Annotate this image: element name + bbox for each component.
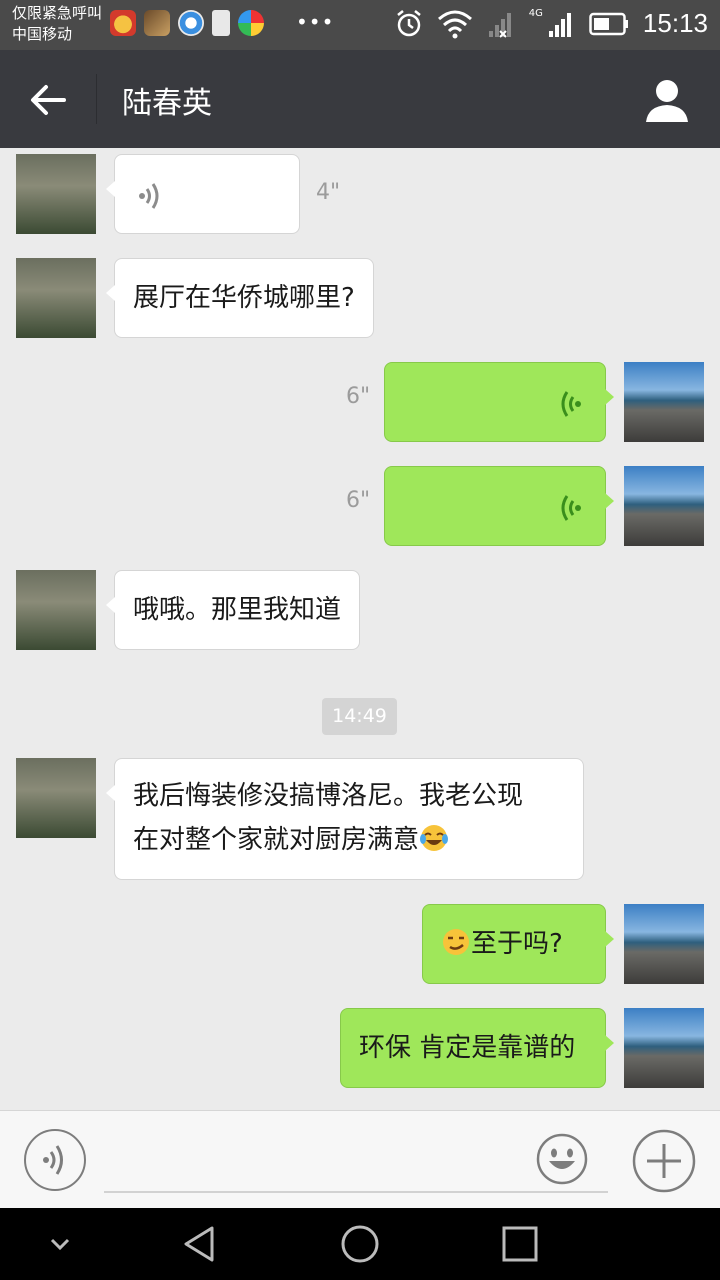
contact-avatar[interactable] bbox=[16, 570, 96, 650]
clock: 15:13 bbox=[642, 8, 708, 38]
game-notification-icon bbox=[144, 10, 170, 36]
message-text: 环保 肯定是靠谱的 bbox=[359, 1033, 576, 1063]
carrier-line-1: 仅限紧急呼叫 bbox=[12, 4, 103, 22]
voice-input-icon bbox=[43, 1145, 63, 1175]
network-type: 4G bbox=[528, 8, 543, 19]
notification-icons bbox=[110, 10, 264, 36]
contact-avatar[interactable] bbox=[16, 258, 96, 338]
time-divider: 14:49 bbox=[322, 698, 397, 735]
more-options-plus-icon[interactable] bbox=[632, 1129, 696, 1193]
input-bar bbox=[0, 1110, 720, 1209]
voice-message-bubble[interactable] bbox=[384, 466, 614, 546]
contact-avatar[interactable] bbox=[16, 758, 96, 838]
text-message-bubble[interactable]: 环保 肯定是靠谱的 bbox=[340, 1008, 614, 1088]
signal-sim2-icon bbox=[548, 12, 571, 37]
my-avatar[interactable] bbox=[624, 904, 704, 984]
carrier-info: 仅限紧急呼叫 中国移动 bbox=[12, 3, 102, 45]
text-message-bubble[interactable]: 我后悔装修没搞博洛尼。我老公现 在对整个家就对厨房满意 bbox=[106, 758, 584, 880]
system-navigation-bar bbox=[0, 1208, 720, 1280]
voice-input-button[interactable] bbox=[24, 1129, 86, 1191]
hide-keyboard-chevron-icon[interactable] bbox=[38, 1222, 82, 1266]
voice-duration: 4" bbox=[316, 180, 341, 205]
wifi-icon bbox=[437, 10, 472, 38]
voice-wave-icon bbox=[561, 495, 581, 521]
message-list[interactable]: 4" 展厅在华侨城哪里? 6" 6" 哦哦。那里我知道 14:49 我后悔装修没… bbox=[0, 148, 720, 1110]
message-input-field[interactable] bbox=[104, 1191, 608, 1193]
message-text: 展厅在华侨城哪里? bbox=[133, 283, 355, 313]
message-text-line: 我后悔装修没搞博洛尼。我老公现 bbox=[133, 781, 524, 811]
browser-notification-icon bbox=[178, 10, 204, 36]
voice-message-bubble[interactable] bbox=[384, 362, 614, 442]
colorful-app-icon bbox=[238, 10, 264, 36]
title-divider bbox=[96, 74, 97, 124]
recent-apps-square-icon[interactable] bbox=[498, 1222, 542, 1266]
my-avatar[interactable] bbox=[624, 362, 704, 442]
battery-icon bbox=[589, 12, 628, 35]
chat-title: 陆春英 bbox=[122, 86, 212, 121]
text-message-bubble[interactable]: 展厅在华侨城哪里? bbox=[106, 258, 374, 338]
voice-duration: 6" bbox=[346, 488, 371, 513]
app-notification-icon bbox=[110, 10, 136, 36]
status-indicators: 4G 15:13 bbox=[395, 8, 708, 39]
home-circle-icon[interactable] bbox=[338, 1222, 382, 1266]
text-message-bubble[interactable]: 至于吗? bbox=[422, 904, 614, 984]
title-bar: 陆春英 bbox=[0, 50, 720, 148]
back-arrow-icon[interactable] bbox=[28, 80, 68, 120]
voice-message-bubble[interactable] bbox=[106, 154, 300, 234]
message-text: 至于吗? bbox=[471, 929, 563, 959]
message-text: 在对整个家就对厨房满意 bbox=[133, 825, 420, 855]
tears-of-joy-emoji-icon bbox=[420, 825, 449, 851]
message-text-line: 在对整个家就对厨房满意 bbox=[133, 818, 565, 862]
emoji-button-icon[interactable] bbox=[536, 1133, 588, 1185]
more-notifications-icon: ••• bbox=[296, 10, 335, 34]
carrier-line-2: 中国移动 bbox=[12, 25, 73, 43]
smirk-emoji-icon bbox=[443, 929, 469, 955]
text-message-bubble[interactable]: 哦哦。那里我知道 bbox=[105, 570, 361, 650]
alarm-icon bbox=[397, 9, 421, 36]
contact-avatar[interactable] bbox=[16, 154, 96, 234]
signal-sim1-icon bbox=[488, 12, 511, 38]
message-text: 哦哦。那里我知道 bbox=[133, 595, 342, 625]
voice-duration: 6" bbox=[346, 384, 371, 409]
voice-wave-icon bbox=[561, 391, 581, 417]
status-bar: 仅限紧急呼叫 中国移动 ••• 4G 15:13 bbox=[0, 0, 720, 50]
my-avatar[interactable] bbox=[624, 466, 704, 546]
battery-app-icon bbox=[212, 10, 230, 36]
contact-profile-icon[interactable] bbox=[644, 78, 690, 124]
voice-wave-icon bbox=[139, 183, 159, 209]
back-triangle-icon[interactable] bbox=[178, 1222, 222, 1266]
my-avatar[interactable] bbox=[624, 1008, 704, 1088]
